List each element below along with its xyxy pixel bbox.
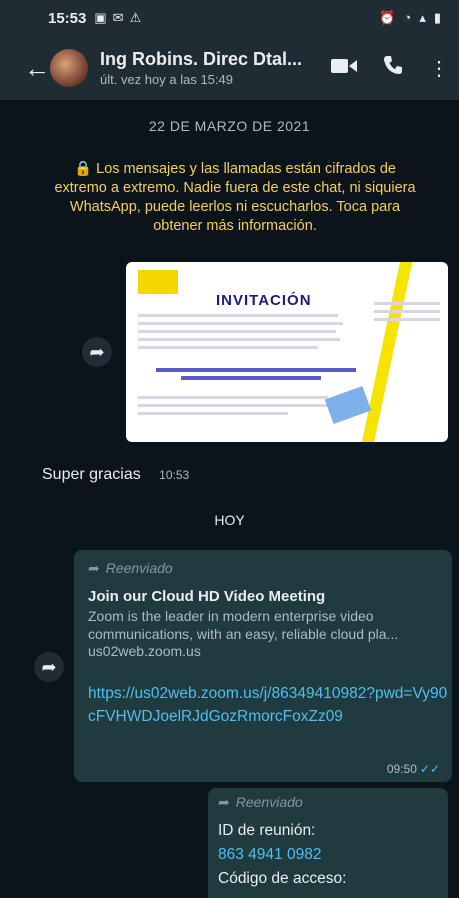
meeting-link[interactable]: https://us02web.zoom.us/j/86349410982?pw… [88,682,448,728]
message-time: 09:50 ✓✓ [386,762,440,776]
chat-header: ← Ing Robins. Direc Dtal... últ. vez hoy… [0,36,459,100]
message-icon: ✉ [112,10,124,25]
forwarded-message[interactable]: ➦ Reenviado Join our Cloud HD Video Meeti… [74,550,452,782]
voice-call-icon[interactable] [383,55,403,81]
image-text-line [138,338,340,341]
image-text-line [138,396,328,399]
battery-icon: ▮ [433,10,441,25]
image-stripe [356,262,416,442]
image-text-line [374,318,440,321]
wifi-icon: ◔ [403,10,412,25]
forwarded-message[interactable]: ➦ Reenviado ID de reunión: 863 4941 0982 … [208,788,448,898]
image-text-line [374,302,440,305]
encryption-notice[interactable]: 🔒 Los mensajes y las llamadas están cifr… [50,160,420,236]
preview-title: Join our Cloud HD Video Meeting [88,588,326,605]
link-preview[interactable]: Join our Cloud HD Video Meeting Zoom is … [88,588,444,659]
more-options-icon[interactable]: ⋮ [429,56,449,81]
forward-icon[interactable]: ➦ [82,337,112,367]
image-icon: ▣ [94,10,107,25]
day-label: HOY [214,512,245,528]
status-bar: 15:53 ▣ ✉ ⚠ ⏰ ◔ ▴ ▮ [0,0,459,36]
image-text-line [374,310,440,313]
image-text-line [138,322,343,325]
contact-name: Ing Robins. Direc Dtal... [100,49,303,69]
forwarded-icon: ➦ [88,560,100,576]
message-text: Super gracias [42,466,141,483]
message-time: 10:53 [159,468,190,482]
signal-icon: ▴ [419,10,426,25]
forward-icon[interactable]: ➦ [34,652,64,682]
forwarded-label: ➦ Reenviado [88,560,173,576]
access-code-label: Código de acceso: [218,870,347,887]
image-text-line [138,346,318,349]
text-message[interactable]: Super gracias 10:53 [42,466,189,484]
meeting-id-label: ID de reunión: [218,822,316,839]
alarm-icon: ⏰ [379,10,396,25]
date-chip: 22 DE MARZO DE 2021 [148,118,311,134]
forwarded-label: ➦ Reenviado [218,794,303,810]
image-shard [324,385,372,425]
warning-icon: ⚠ [129,10,142,25]
meeting-id-number[interactable]: 863 4941 0982 [218,846,321,864]
image-message[interactable]: INVITACIÓN [126,262,448,442]
image-highlight-line [181,376,321,380]
image-text-line [138,412,288,415]
image-text-line [138,314,338,317]
invitation-title: INVITACIÓN [216,292,312,309]
video-call-icon[interactable] [331,55,357,81]
invitation-logo [138,270,178,294]
back-arrow-icon[interactable]: ← [24,53,50,84]
read-ticks-icon: ✓✓ [419,762,440,776]
preview-description: Zoom is the leader in modern enterprise … [88,608,399,642]
image-text-line [138,330,336,333]
avatar[interactable] [50,49,88,87]
status-time: 15:53 [48,9,87,27]
last-seen: últ. vez hoy a las 15:49 [100,72,233,87]
chat-area: 22 DE MARZO DE 2021 🔒 Los mensajes y las… [0,100,459,898]
forwarded-icon: ➦ [218,794,230,810]
preview-domain: us02web.zoom.us [88,643,201,659]
image-text-line [138,404,338,407]
contact-info[interactable]: Ing Robins. Direc Dtal... últ. vez hoy a… [100,49,320,87]
image-highlight-line [156,368,356,372]
